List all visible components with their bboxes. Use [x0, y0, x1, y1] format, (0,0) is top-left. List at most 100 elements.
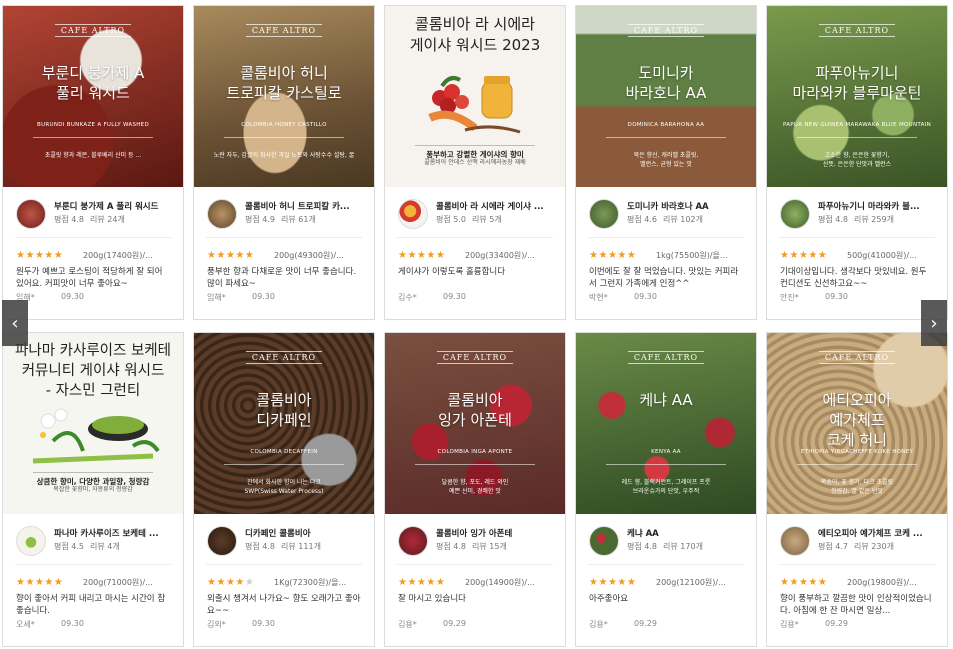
review-author: 안진* — [780, 293, 799, 302]
product-thumbnail[interactable] — [207, 199, 237, 229]
purchase-option: 500g(41000원)/... — [847, 251, 917, 260]
product-name[interactable]: 에티오피아 예가체프 코케 ... — [818, 527, 942, 539]
product-image[interactable]: CAFE ALTRO 도미니카 바라호나 AA DOMINICA BARAHON… — [576, 6, 756, 187]
product-thumbnail[interactable] — [398, 199, 428, 229]
divider — [15, 237, 171, 238]
product-name[interactable]: 부룬디 붕가제 A 풀리 워시드 — [54, 200, 178, 212]
star-icon: ★ — [407, 250, 417, 261]
image-description: 복잡한 꽃향미, 자몽류의 청량감 — [53, 486, 133, 493]
review-text[interactable]: 아주좋아요 — [589, 593, 745, 605]
star-icon: ★ — [426, 577, 436, 588]
review-text[interactable]: 원두가 예쁘고 로스팅이 적당하게 잘 되어 있어요. 커피맛이 너무 좋아요~ — [16, 266, 172, 290]
product-name[interactable]: 케냐 AA — [627, 527, 751, 539]
product-image[interactable]: 파나마 카사루이즈 보케테 커뮤니티 게이샤 워시드 - 자스민 그런티 상큼한… — [3, 333, 183, 514]
divider — [206, 237, 362, 238]
product-card[interactable]: CAFE ALTRO 도미니카 바라호나 AA DOMINICA BARAHON… — [575, 5, 757, 320]
product-thumbnail[interactable] — [398, 526, 428, 556]
review-text[interactable]: 향이 좋아서 커피 내리고 마시는 시간이 참 좋습니다. — [16, 593, 172, 617]
review-text[interactable]: 이번에도 잘 잘 먹었습니다. 맛있는 커피라서 그런지 가족에게 인정^^ — [589, 266, 745, 290]
review-author: 김용* — [589, 620, 608, 629]
product-image[interactable]: CAFE ALTRO 부룬디 붕가제 A 풀리 워시드 BURUNDI BUNK… — [3, 6, 183, 187]
star-rating: ★★★★★ — [589, 577, 636, 588]
divider — [15, 564, 171, 565]
divider-line — [797, 137, 917, 138]
purchase-option: 200g(19800원)/... — [847, 578, 917, 587]
review-date: 09.30 — [61, 619, 84, 628]
product-card[interactable]: CAFE ALTRO 부룬디 붕가제 A 풀리 워시드 BURUNDI BUNK… — [2, 5, 184, 320]
review-info: 콜롬비아 허니 트로피칼 카... 평점 4.9 리뷰 61개 ★★★★★ 200… — [194, 187, 374, 319]
product-card[interactable]: 파나마 카사루이즈 보케테 커뮤니티 게이샤 워시드 - 자스민 그런티 상큼한… — [2, 332, 184, 647]
product-image[interactable]: CAFE ALTRO 파푸아뉴기니 마라와카 블루마운틴 PAPUA NEW G… — [767, 6, 947, 187]
star-icon: ★ — [34, 577, 45, 588]
product-card[interactable]: CAFE ALTRO 파푸아뉴기니 마라와카 블루마운틴 PAPUA NEW G… — [766, 5, 948, 320]
product-name[interactable]: 파나마 카사루이즈 보케테 ... — [54, 527, 178, 539]
product-name[interactable]: 디카페인 콜롬비아 — [245, 527, 369, 539]
product-card[interactable]: CAFE ALTRO 케냐 AA KENYA AA 레드 향, 블랙커런트, 그… — [575, 332, 757, 647]
divider — [206, 564, 362, 565]
review-date: 09.30 — [252, 292, 275, 301]
product-card[interactable]: CAFE ALTRO 콜롬비아 허니 트로피칼 카스틸로 COLOMBIA HO… — [193, 5, 375, 320]
product-name[interactable]: 파푸아뉴기니 마라와카 블... — [818, 200, 942, 212]
product-image[interactable]: CAFE ALTRO 케냐 AA KENYA AA 레드 향, 블랙커런트, 그… — [576, 333, 756, 514]
product-thumbnail[interactable] — [589, 199, 619, 229]
review-date: 09.29 — [634, 619, 657, 628]
carousel-next-button[interactable]: › — [921, 300, 947, 346]
product-thumbnail[interactable] — [207, 526, 237, 556]
product-image[interactable]: CAFE ALTRO 콜롬비아 디카페인 COLOMBIA DECAFFEIN … — [194, 333, 374, 514]
image-title: 파푸아뉴기니 마라와카 블루마운틴 — [792, 64, 922, 102]
product-card[interactable]: 콜롬비아 라 시에라 게이샤 워시드 2023 풍부하고 강렬한 게이샤의 향미… — [384, 5, 566, 320]
review-text[interactable]: 향이 풍부하고 깔끔한 맛이 인상적이었습니다. 아침에 한 잔 마시면 일상.… — [780, 593, 936, 617]
star-icon: ★ — [53, 250, 64, 261]
carousel-prev-button[interactable]: ‹ — [2, 300, 28, 346]
star-icon: ★ — [244, 250, 255, 261]
review-author: 김용* — [780, 620, 799, 629]
product-name[interactable]: 콜롬비아 라 시에라 게이샤 ... — [436, 200, 560, 212]
jasmine-green-tea-illustration — [32, 408, 160, 464]
product-image[interactable]: 콜롬비아 라 시에라 게이샤 워시드 2023 풍부하고 강렬한 게이샤의 향미… — [385, 6, 565, 187]
image-title: 콜롬비아 라 시에라 게이샤 워시드 2023 — [409, 15, 541, 54]
review-text[interactable]: 잘 마시고 있습니다 — [398, 593, 554, 605]
product-thumbnail[interactable] — [16, 526, 46, 556]
image-title: 콜롬비아 잉가 아폰테 — [438, 391, 512, 429]
image-description: 노란 자두, 감귤의 화사한 과일 노트와 사탕수수 설탕, 꿀 — [213, 152, 355, 159]
product-card[interactable]: CAFE ALTRO 콜롬비아 잉가 아폰테 COLOMBIA INGA APO… — [384, 332, 566, 647]
brand-logo: CAFE ALTRO — [627, 24, 705, 37]
product-rating-summary: 평점 4.9 리뷰 61개 — [245, 215, 316, 224]
review-text[interactable]: 풍부한 향과 다채로운 맛이 너무 좋습니다. 많이 파세요~ — [207, 266, 363, 290]
review-info: 콜롬비아 잉가 아폰테 평점 4.8 리뷰 15개 ★★★★★ 200g(1490… — [385, 514, 565, 646]
star-icon: ★ — [225, 577, 236, 588]
product-thumbnail[interactable] — [589, 526, 619, 556]
product-image[interactable]: CAFE ALTRO 에티오피아 예가체프 코케 허니 ETHIOPIA YIR… — [767, 333, 947, 514]
product-thumbnail[interactable] — [780, 199, 810, 229]
review-text[interactable]: 게이샤가 이렇도록 훌륭합니다 — [398, 266, 554, 278]
star-rating: ★★★★★ — [207, 250, 254, 261]
product-thumbnail[interactable] — [16, 199, 46, 229]
product-name[interactable]: 콜롬비아 잉가 아폰테 — [436, 527, 560, 539]
product-image[interactable]: CAFE ALTRO 콜롬비아 잉가 아폰테 COLOMBIA INGA APO… — [385, 333, 565, 514]
product-card[interactable]: CAFE ALTRO 콜롬비아 디카페인 COLOMBIA DECAFFEIN … — [193, 332, 375, 647]
product-image[interactable]: CAFE ALTRO 콜롬비아 허니 트로피칼 카스틸로 COLOMBIA HO… — [194, 6, 374, 187]
product-rating-summary: 평점 4.8 리뷰 24개 — [54, 215, 125, 224]
review-info: 부룬디 붕가제 A 풀리 워시드 평점 4.8 리뷰 24개 ★★★★★ 200g… — [3, 187, 183, 319]
review-text[interactable]: 외출시 챙겨서 나가요~ 향도 오래가고 좋아요~~ — [207, 593, 363, 617]
product-rating-summary: 평점 4.6 리뷰 102개 — [627, 215, 703, 224]
star-rating: ★★★★★ — [16, 577, 63, 588]
review-date: 09.29 — [825, 619, 848, 628]
review-text[interactable]: 기대이상입니다. 생각보다 맛있네요. 원두 컨디션도 신선하고요~~ — [780, 266, 936, 290]
brand-logo: CAFE ALTRO — [818, 24, 896, 37]
review-date: 09.30 — [825, 292, 848, 301]
star-rating: ★★★★★ — [16, 250, 63, 261]
star-rating: ★★★★★ — [589, 250, 636, 261]
star-icon: ★ — [808, 250, 818, 261]
image-description: 잔에서 화사한 향이 나는 다크 SWP(Swiss Water Process… — [244, 479, 324, 495]
product-thumbnail[interactable] — [780, 526, 810, 556]
review-author: 박현* — [589, 293, 608, 302]
star-icon: ★ — [44, 577, 54, 588]
divider-line — [33, 472, 153, 473]
product-name[interactable]: 콜롬비아 허니 트로피칼 카... — [245, 200, 369, 212]
product-name[interactable]: 도미니카 바라호나 AA — [627, 200, 751, 212]
brand-logo: CAFE ALTRO — [818, 351, 896, 364]
brand-logo: CAFE ALTRO — [436, 351, 514, 364]
image-subtitle: DOMINICA BARAHONA AA — [627, 122, 705, 128]
product-card[interactable]: CAFE ALTRO 에티오피아 예가체프 코케 허니 ETHIOPIA YIR… — [766, 332, 948, 647]
